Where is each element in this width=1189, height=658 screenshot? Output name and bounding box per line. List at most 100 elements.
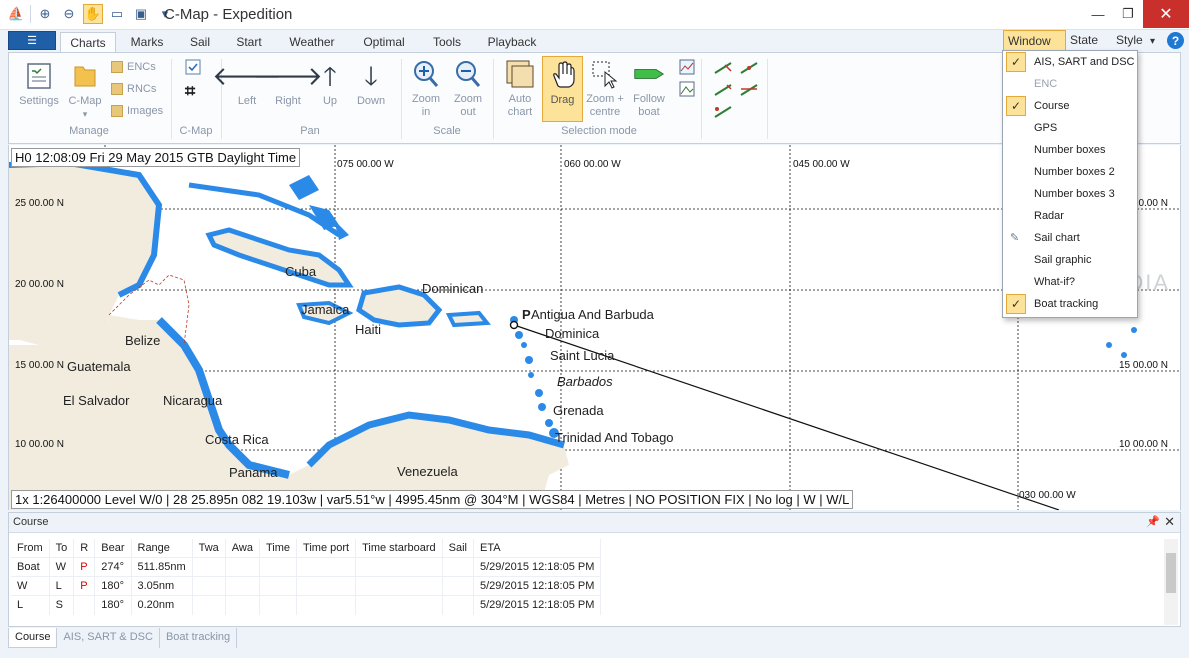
table-cell	[296, 595, 357, 615]
pan-up-label: Up	[322, 95, 338, 107]
tab-start[interactable]: Start	[228, 32, 270, 52]
column-header[interactable]: Twa	[192, 539, 226, 558]
tab-optimal[interactable]: Optimal	[356, 32, 412, 52]
menu-item-gps[interactable]: GPS	[1003, 117, 1137, 139]
route-tool-1[interactable]	[713, 61, 733, 75]
column-header[interactable]: From	[11, 539, 50, 558]
pan-right-button[interactable]: 🡒 Right	[253, 61, 323, 108]
auto-chart-icon[interactable]: ▣	[131, 4, 151, 24]
menu-item-number-boxes-2[interactable]: Number boxes 2	[1003, 161, 1137, 183]
tab-marks[interactable]: Marks	[124, 32, 170, 52]
menu-item-radar[interactable]: Radar	[1003, 205, 1137, 227]
menu-item-number-boxes-3[interactable]: Number boxes 3	[1003, 183, 1137, 205]
column-header[interactable]: Awa	[225, 539, 261, 558]
cmap-button[interactable]: C-Map ▾	[65, 61, 105, 121]
tab-weather[interactable]: Weather	[282, 32, 342, 52]
settings-button[interactable]: Settings	[15, 61, 63, 108]
menu-item-sail-graphic[interactable]: Sail graphic	[1003, 249, 1137, 271]
encs-button[interactable]: ENCs	[111, 61, 156, 73]
pan-left-label: Left	[237, 95, 257, 107]
menu-item-enc[interactable]: ENC	[1003, 73, 1137, 95]
tab-ais-sart-dsc[interactable]: AIS, SART & DSC	[57, 628, 160, 648]
route-tool-5[interactable]	[713, 105, 733, 119]
column-header[interactable]: Time	[259, 539, 298, 558]
restore-button[interactable]: ❐	[1113, 0, 1143, 28]
images-icon	[111, 105, 123, 117]
tab-tools[interactable]: Tools	[426, 32, 468, 52]
table-cell: 5/29/2015 12:18:05 PM	[473, 557, 602, 577]
scrollbar-thumb[interactable]	[1166, 553, 1176, 593]
route-tool-4[interactable]	[739, 83, 759, 97]
column-header[interactable]: R	[73, 539, 96, 558]
menu-item-label: Number boxes 2	[1034, 166, 1115, 178]
tab-course[interactable]: Course	[8, 628, 58, 648]
table-cell	[192, 557, 226, 577]
style-menu-button[interactable]: Style ▾	[1112, 30, 1160, 51]
table-cell	[192, 595, 226, 615]
pin-icon[interactable]: 📌	[1146, 515, 1160, 528]
menu-item-course[interactable]: ✓ Course	[1003, 95, 1137, 117]
menu-item-sail-chart[interactable]: ✎ Sail chart	[1003, 227, 1137, 249]
help-icon[interactable]: ?	[1167, 32, 1184, 49]
menu-item-label: Sail graphic	[1034, 254, 1092, 266]
lon-label: 045 00.00 W	[793, 159, 850, 170]
scale-group-label: Scale	[433, 125, 461, 137]
vertical-scrollbar[interactable]	[1164, 539, 1178, 625]
route-tool-2[interactable]	[739, 61, 759, 75]
column-header[interactable]: To	[49, 539, 75, 558]
state-menu-button[interactable]: State ▾	[1066, 30, 1114, 61]
photo-view-button[interactable]	[679, 81, 695, 97]
title-bar: ⛵ ⊕ ⊖ ✋ ▭ ▣ ▾ C-Map - Expedition — ❐ ✕	[0, 0, 1189, 30]
column-header[interactable]: Time port	[296, 539, 357, 558]
images-button[interactable]: Images	[111, 105, 163, 117]
column-header[interactable]: Bear	[94, 539, 132, 558]
window-menu-button[interactable]: Window ▾	[1003, 30, 1066, 62]
column-header[interactable]: Range	[131, 539, 193, 558]
grid-button[interactable]: ⌗	[185, 81, 195, 102]
pan-right-label: Right	[275, 95, 301, 107]
column-header[interactable]: Time starboard	[355, 539, 443, 558]
rncs-button[interactable]: RNCs	[111, 83, 156, 95]
column-header[interactable]: ETA	[473, 539, 602, 558]
tab-boat-tracking[interactable]: Boat tracking	[160, 628, 238, 648]
chart-view-button[interactable]	[679, 59, 695, 75]
auto-chart-button[interactable]: Auto chart	[501, 59, 539, 119]
follow-boat-button[interactable]: Follow boat	[627, 59, 671, 119]
place-label: Costa Rica	[205, 432, 269, 447]
route-tool-3[interactable]	[713, 83, 733, 97]
zoom-in-button[interactable]: Zoom in	[407, 59, 445, 119]
course-table-body: Boat W P 274° 511.85nm 5/29/2015 12:18:05 PM W…	[11, 557, 602, 615]
zoom-out-button[interactable]: Zoom out	[449, 59, 487, 119]
table-row[interactable]: Boat W P 274° 511.85nm 5/29/2015 12:18:05 PM	[11, 557, 602, 577]
menu-icon: ☰	[27, 35, 37, 47]
tab-playback[interactable]: Playback	[482, 32, 542, 52]
drag-icon[interactable]: ✋	[83, 4, 103, 24]
zoom-select-icon	[589, 59, 621, 89]
cmap-checkbox-button[interactable]	[185, 59, 201, 75]
table-cell: 5/29/2015 12:18:05 PM	[473, 595, 602, 615]
follow-boat-icon[interactable]: ▭	[107, 4, 127, 24]
table-row[interactable]: W L P 180° 3.05nm 5/29/2015 12:18:05 PM	[11, 576, 602, 596]
logo-icon[interactable]: ⛵	[6, 4, 26, 24]
menu-item-ais-sart-and-dsc[interactable]: ✓ AIS, SART and DSC	[1003, 51, 1137, 73]
tab-charts[interactable]: Charts	[60, 32, 116, 52]
menu-item-what-if[interactable]: What-if?	[1003, 271, 1137, 293]
zoom-centre-button[interactable]: Zoom + centre	[585, 59, 625, 119]
close-button[interactable]: ✕	[1143, 0, 1189, 28]
pan-down-button[interactable]: 🡓 Down	[351, 61, 391, 108]
hash-icon: ⌗	[185, 81, 196, 101]
map-timestamp: H0 12:08:09 Fri 29 May 2015 GTB Daylight…	[11, 148, 301, 167]
pan-up-button[interactable]: 🡑 Up	[313, 61, 347, 108]
menu-item-boat-tracking[interactable]: ✓ Boat tracking	[1003, 293, 1137, 315]
course-table: From To R Bear Range Twa Awa Time Time port Time …	[11, 539, 602, 615]
zoom-out-icon[interactable]: ⊖	[59, 4, 79, 24]
zoom-in-icon[interactable]: ⊕	[35, 4, 55, 24]
close-icon[interactable]: ✕	[1164, 514, 1175, 530]
minimize-button[interactable]: —	[1083, 0, 1113, 28]
menu-item-number-boxes[interactable]: Number boxes	[1003, 139, 1137, 161]
column-header[interactable]: Sail	[442, 539, 475, 558]
tab-sail[interactable]: Sail	[180, 32, 220, 52]
file-menu-button[interactable]: ☰	[8, 31, 56, 50]
table-row[interactable]: L S 180° 0.20nm 5/29/2015 12:18:05 PM	[11, 595, 602, 615]
drag-button[interactable]: Drag	[542, 56, 583, 122]
